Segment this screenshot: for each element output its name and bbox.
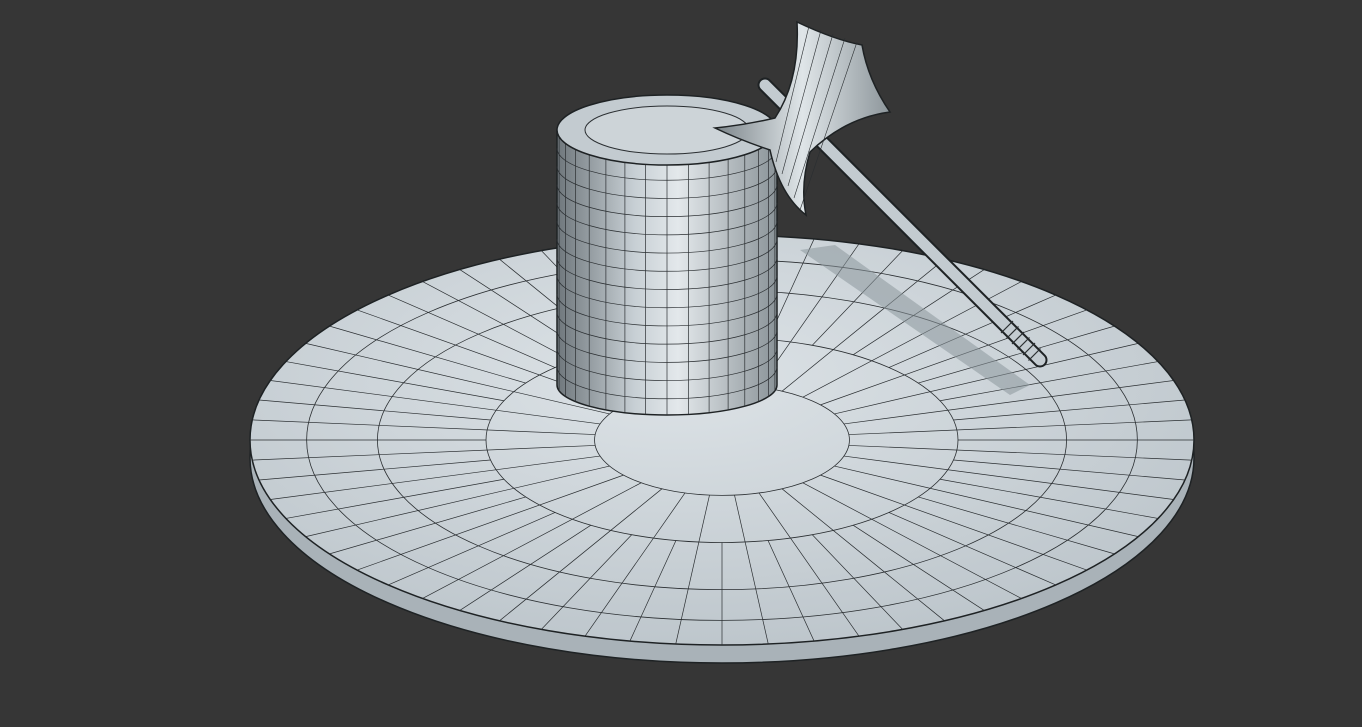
viewport-render <box>249 20 1195 664</box>
3d-viewport[interactable] <box>0 0 1362 727</box>
cylinder-stump[interactable] <box>556 94 778 416</box>
